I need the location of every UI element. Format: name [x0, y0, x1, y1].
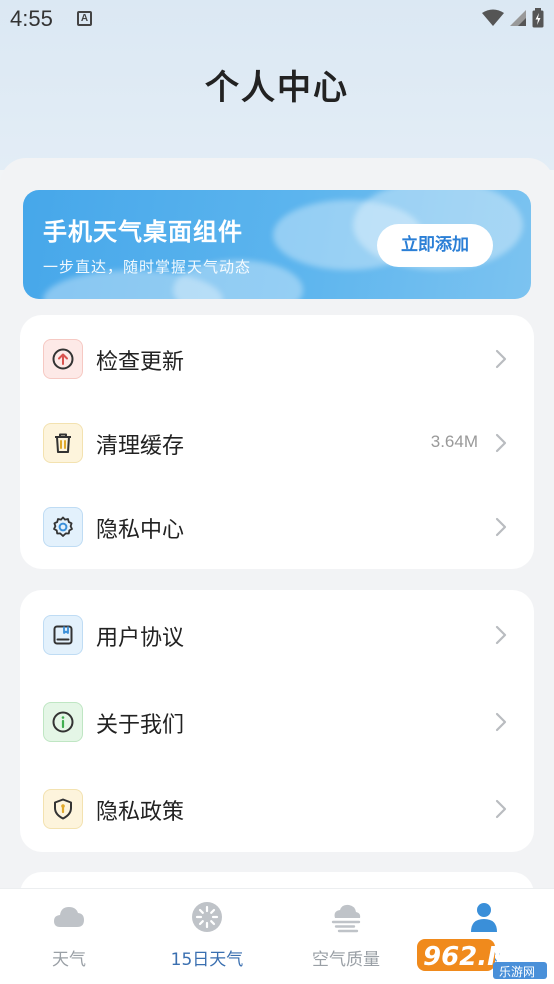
trash-icon — [43, 423, 83, 463]
status-time: 4:55 — [10, 6, 53, 31]
menu-item-check-update[interactable]: 检查更新 — [20, 318, 534, 398]
tab-label: 天气 — [52, 950, 86, 970]
chevron-right-icon — [495, 799, 507, 819]
signal-icon — [510, 10, 526, 26]
menu-item-user-agreement[interactable]: 用户协议 — [20, 594, 534, 674]
tab-15-day[interactable]: 15日天气 — [138, 889, 276, 984]
bookmark-book-icon — [43, 615, 83, 655]
info-icon — [43, 702, 83, 742]
settings-card-2: 用户协议 关于我们 隐私政策 — [20, 590, 534, 852]
chevron-right-icon — [495, 517, 507, 537]
banner-subtitle: 一步直达，随时掌握天气动态 — [43, 258, 252, 276]
menu-item-label: 关于我们 — [96, 713, 185, 738]
gear-icon — [43, 507, 83, 547]
watermark-subtext: 乐游网 — [499, 965, 535, 979]
cloud-icon — [54, 907, 84, 927]
menu-item-label: 用户协议 — [96, 626, 185, 651]
tab-air-quality[interactable]: 空气质量 — [277, 889, 415, 984]
chevron-right-icon — [495, 625, 507, 645]
shield-icon — [43, 789, 83, 829]
settings-card-1: 检查更新 清理缓存 3.64M 隐私中心 — [20, 315, 534, 569]
wifi-icon — [482, 9, 504, 26]
menu-item-label: 隐私政策 — [96, 800, 185, 825]
chevron-right-icon — [495, 349, 507, 369]
tab-label: 空气质量 — [312, 950, 380, 970]
menu-item-label: 清理缓存 — [96, 434, 185, 459]
chevron-right-icon — [495, 712, 507, 732]
add-widget-button[interactable]: 立即添加 — [377, 224, 493, 267]
upload-arrow-icon — [43, 339, 83, 379]
banner-title: 手机天气桌面组件 — [43, 218, 243, 246]
menu-item-label: 检查更新 — [96, 350, 185, 375]
tab-weather[interactable]: 天气 — [0, 889, 138, 984]
haze-icon — [331, 904, 361, 933]
sun-dial-icon — [192, 902, 222, 932]
menu-item-clear-cache[interactable]: 清理缓存 3.64M — [20, 402, 534, 482]
user-icon — [471, 903, 497, 932]
cache-size-value: 3.64M — [430, 432, 478, 451]
menu-item-privacy-policy[interactable]: 隐私政策 — [20, 768, 534, 848]
status-bar: 4:55 A — [0, 0, 554, 40]
menu-item-privacy-center[interactable]: 隐私中心 — [20, 486, 534, 566]
watermark-logo: 962.NET 乐游网 — [415, 935, 549, 980]
tab-label: 15日天气 — [170, 950, 244, 970]
notification-a-icon: A — [77, 11, 92, 26]
menu-item-about-us[interactable]: 关于我们 — [20, 681, 534, 761]
menu-item-label: 隐私中心 — [96, 518, 185, 543]
battery-icon — [532, 8, 544, 28]
page-title: 个人中心 — [205, 68, 349, 108]
chevron-right-icon — [495, 433, 507, 453]
